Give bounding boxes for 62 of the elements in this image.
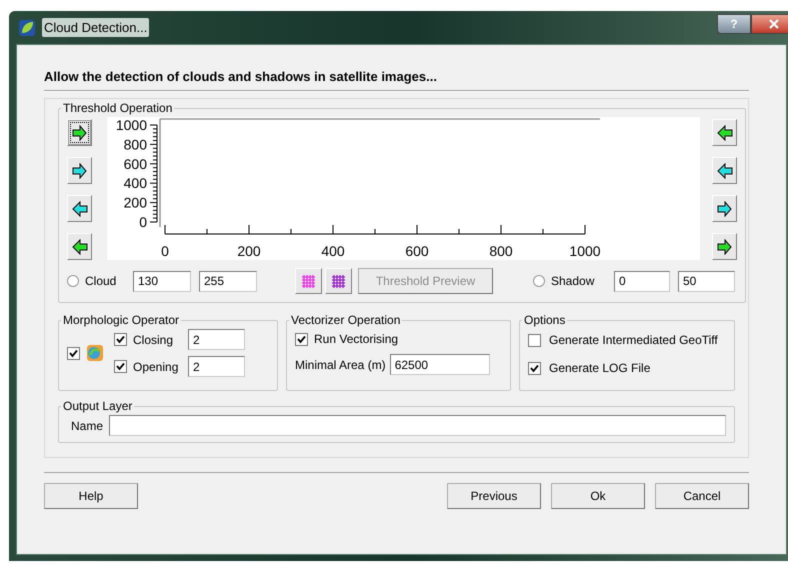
y-tick-label: 0 [139,214,147,230]
x-tick-label: 600 [405,243,429,259]
app-icon [18,18,36,36]
text-field[interactable]: 130 [133,270,191,292]
close-button[interactable] [751,14,788,34]
checkbox[interactable] [67,346,80,360]
text-field[interactable]: 0 [614,270,670,292]
radio-button[interactable] [67,275,79,287]
group-title: Output Layer [62,398,134,415]
checkbox-label: Generate LOG File [549,360,650,377]
checkbox-label: Run Vectorising [314,331,398,348]
radio-label: Cloud [85,273,118,290]
y-tick-label: 400 [124,175,147,192]
dialog-button[interactable]: Previous [447,483,541,509]
arrow-button[interactable] [712,233,737,260]
y-tick-label: 600 [124,156,147,172]
grid-button[interactable] [325,268,352,294]
group-title: Morphologic Operator [62,312,180,329]
checkbox[interactable] [114,333,127,346]
arrow-button[interactable] [67,157,92,184]
arrow-button[interactable] [67,233,92,260]
group-title: Options [523,312,566,329]
x-tick-label: 800 [489,243,513,259]
text-field[interactable]: 255 [199,270,257,292]
radio-label: Shadow [551,273,596,290]
y-tick-label: 1000 [116,117,147,133]
text-field[interactable]: 2 [188,356,245,377]
window-title: Cloud Detection... [42,18,150,38]
close-icon [769,18,779,28]
grid-button[interactable] [295,268,322,294]
y-tick-label: 200 [124,194,147,211]
text-field[interactable]: 2 [188,329,245,350]
x-tick-label: 200 [237,243,261,259]
text-field[interactable] [109,415,726,436]
arrow-button[interactable] [67,195,92,222]
checkbox[interactable] [295,332,308,346]
checkbox[interactable] [528,362,541,374]
radio-button[interactable] [533,275,545,287]
dialog-button[interactable]: Ok [551,483,645,509]
text-field[interactable]: 62500 [390,354,490,375]
x-tick-label: 0 [161,243,169,259]
checkbox[interactable] [114,360,127,373]
field-label: Minimal Area (m) [295,356,386,374]
arrow-button[interactable] [712,157,737,184]
field-label: Name [70,418,104,434]
checkbox-label: Generate Intermediated GeoTiff [549,332,718,349]
group-title: Threshold Operation [62,100,174,117]
x-tick-label: 1000 [569,243,601,259]
arrow-button[interactable] [712,119,737,146]
dialog-button[interactable]: Cancel [655,483,749,509]
checkbox-label: Closing [133,332,174,348]
dialog-button[interactable]: Help [44,483,138,509]
morphology-icon [85,343,105,363]
arrow-button[interactable] [712,195,737,222]
arrow-button[interactable] [67,119,92,146]
y-tick-label: 800 [124,136,147,152]
dialog-heading: Allow the detection of clouds and shadows in satellite images... [44,68,438,86]
checkbox[interactable] [528,334,541,346]
group-title: Vectorizer Operation [290,312,402,329]
x-tick-label: 400 [321,243,345,259]
text-field[interactable]: 50 [678,270,735,292]
checkbox-label: Opening [133,358,180,376]
